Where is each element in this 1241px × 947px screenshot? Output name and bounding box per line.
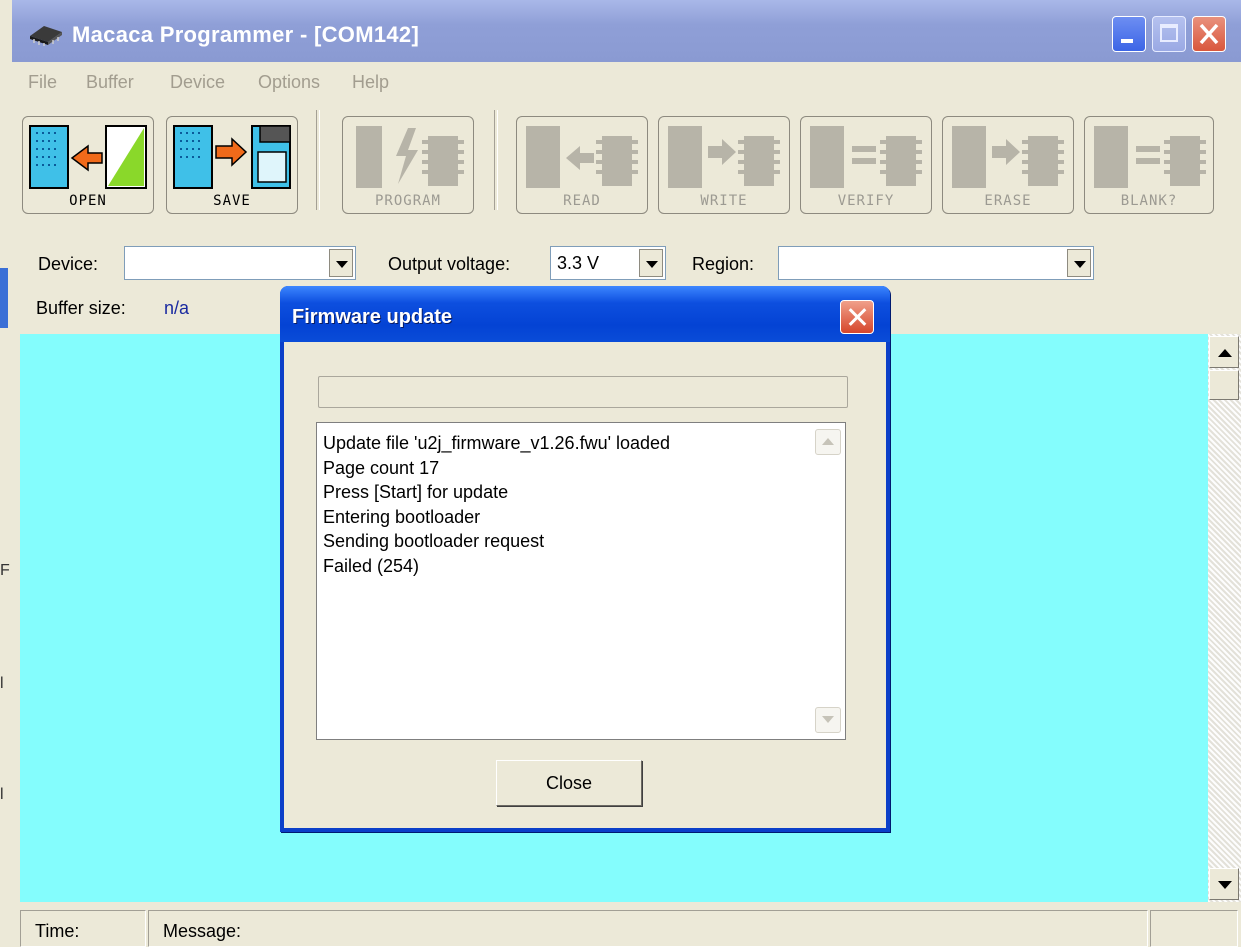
blank-check-button[interactable]: BLANK? [1084, 116, 1214, 214]
maximize-button[interactable] [1152, 16, 1186, 52]
log-line: Failed (254) [323, 555, 420, 576]
update-log[interactable]: Update file 'u2j_firmware_v1.26.fwu' loa… [316, 422, 846, 740]
verify-button[interactable]: VERIFY [800, 116, 932, 214]
firmware-update-dialog: Firmware update Update file 'u2j_firmwar… [280, 286, 890, 832]
menu-file[interactable]: File [28, 72, 57, 93]
status-message-pane: Message: [148, 910, 1148, 947]
window-title: Macaca Programmer - [COM142] [72, 22, 420, 47]
dialog-close-icon[interactable] [840, 300, 874, 334]
background-window-fragment [0, 268, 8, 328]
log-scroll-up-icon[interactable] [815, 429, 841, 455]
output-voltage-value: 3.3 V [557, 253, 600, 273]
verify-chip-icon [810, 126, 922, 188]
toolbar-separator [316, 110, 320, 210]
scroll-thumb[interactable] [1209, 370, 1239, 400]
scroll-up-icon[interactable] [1209, 336, 1239, 368]
blank-check-chip-icon [1094, 126, 1206, 188]
log-line: Update file 'u2j_firmware_v1.26.fwu' loa… [323, 433, 671, 453]
status-time-label: Time: [35, 921, 80, 941]
menu-buffer[interactable]: Buffer [86, 72, 134, 93]
program-button[interactable]: PROGRAM [342, 116, 474, 214]
dialog-title: Firmware update [292, 306, 453, 328]
log-lines: Update file 'u2j_firmware_v1.26.fwu' loa… [323, 431, 670, 578]
read-label: READ [563, 193, 601, 209]
dialog-body: Update file 'u2j_firmware_v1.26.fwu' loa… [284, 342, 886, 828]
chip-app-icon [30, 26, 62, 46]
read-button[interactable]: READ [516, 116, 648, 214]
background-glyph: l [0, 786, 4, 803]
close-icon [1199, 23, 1219, 45]
log-scroll-down-icon[interactable] [815, 707, 841, 733]
erase-chip-icon [952, 126, 1064, 188]
write-button[interactable]: WRITE [658, 116, 790, 214]
buffer-size-label: Buffer size: [36, 298, 126, 318]
write-label: WRITE [700, 193, 748, 209]
open-button[interactable]: OPEN [22, 116, 154, 214]
chevron-down-icon[interactable] [639, 249, 663, 277]
erase-button[interactable]: ERASE [942, 116, 1074, 214]
log-line: Press [Start] for update [323, 482, 509, 502]
output-voltage-label: Output voltage: [388, 254, 511, 274]
close-dialog-button[interactable]: Close [496, 760, 642, 806]
program-chip-icon [356, 126, 464, 188]
dialog-title-bar[interactable]: Firmware update [280, 286, 890, 342]
menu-help[interactable]: Help [352, 72, 389, 93]
toolbar-separator [494, 110, 498, 210]
read-chip-icon [526, 126, 638, 188]
status-bar: Time: Message: [20, 906, 1241, 947]
log-line: Entering bootloader [323, 506, 481, 527]
log-scrollbar[interactable] [809, 423, 845, 739]
status-extra-pane [1150, 910, 1238, 947]
status-time-pane: Time: [20, 910, 146, 947]
chevron-down-icon[interactable] [1067, 249, 1091, 277]
toolbar: OPEN SAVE PROGRAM READ WRITE VERIFY ERAS… [12, 106, 1241, 218]
vertical-scrollbar[interactable] [1208, 334, 1241, 902]
program-label: PROGRAM [374, 193, 441, 209]
menu-device[interactable]: Device [170, 72, 225, 93]
close-button[interactable] [1192, 16, 1226, 52]
region-select[interactable] [778, 246, 1094, 280]
erase-label: ERASE [984, 193, 1032, 209]
device-label: Device: [38, 254, 99, 274]
save-button[interactable]: SAVE [166, 116, 298, 214]
output-voltage-select[interactable]: 3.3 V [550, 246, 666, 280]
update-progress-bar [318, 376, 848, 408]
background-glyph: l [0, 675, 4, 692]
chevron-down-icon[interactable] [329, 249, 353, 277]
save-file-icon [173, 125, 291, 189]
title-bar[interactable]: Macaca Programmer - [COM142] [12, 0, 1241, 62]
blank-check-label: BLANK? [1120, 193, 1178, 209]
maximize-icon [1160, 24, 1178, 42]
verify-label: VERIFY [837, 193, 895, 209]
status-message-label: Message: [163, 921, 242, 941]
menu-bar: File Buffer Device Options Help [12, 66, 1241, 96]
open-label: OPEN [69, 193, 107, 209]
minimize-button[interactable] [1112, 16, 1146, 52]
menu-options[interactable]: Options [258, 72, 320, 93]
background-glyph: F [0, 562, 10, 579]
open-file-icon [29, 125, 147, 189]
log-line: Sending bootloader request [323, 531, 545, 551]
region-label: Region: [692, 254, 755, 274]
scroll-down-icon[interactable] [1209, 868, 1239, 900]
device-select[interactable] [124, 246, 356, 280]
write-chip-icon [668, 126, 780, 188]
minimize-icon [1121, 39, 1133, 43]
log-line: Page count 17 [323, 457, 440, 478]
save-label: SAVE [213, 193, 251, 209]
buffer-size-value: n/a [164, 298, 190, 318]
